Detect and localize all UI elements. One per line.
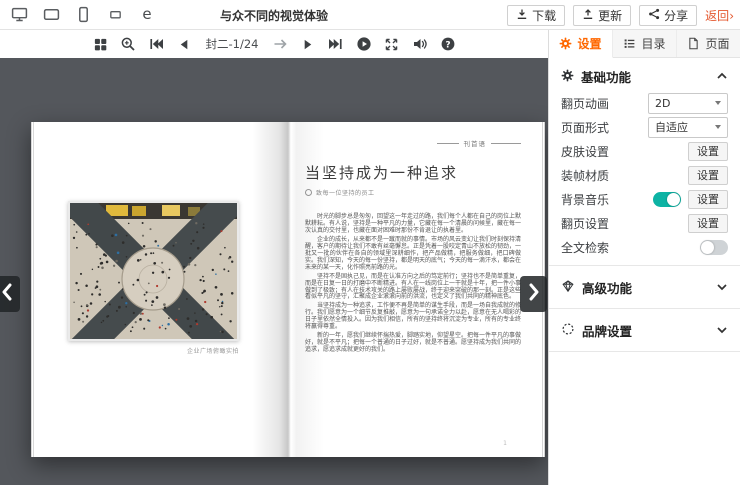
share-icon: [648, 8, 660, 23]
reader-toolbar: 封二-1/24: [0, 30, 548, 58]
volume-icon[interactable]: [411, 36, 428, 53]
book-page-right[interactable]: 刊首语 当坚持成为一种追求 致每一位坚持的员工 时光的脚步总是匆匆，回望这一年走…: [288, 122, 545, 457]
zoom-in-icon[interactable]: [120, 36, 137, 53]
fullscreen-icon[interactable]: [383, 36, 400, 53]
gear-icon: [559, 37, 572, 50]
article-byline: 致每一位坚持的员工: [305, 188, 375, 197]
chevron-down-icon[interactable]: [716, 324, 728, 336]
setting-row-background-music: 背景音乐 设置: [561, 188, 728, 210]
back-link[interactable]: 返回›: [705, 7, 734, 24]
skin-settings-button[interactable]: 设置: [688, 142, 728, 161]
autoplay-icon[interactable]: [355, 36, 372, 53]
divider: [549, 308, 740, 309]
download-button[interactable]: 下载: [507, 5, 565, 26]
chevron-down-icon: [715, 125, 721, 129]
flipbook-editor-app: e 与众不同的视觉体验 下载 更新: [0, 0, 740, 485]
article-paragraph: 坚持不是固执己见，而是在认准方向之后的笃定前行；坚持也不是简单重复，而是在日复一…: [305, 274, 521, 302]
setting-row-fulltext-search: 全文检索: [561, 236, 728, 258]
tab-pages[interactable]: 页面: [677, 30, 740, 57]
article-paragraph: 企业的成长，从来都不是一蹴而就的事情。市场的风云变幻让我们时刻保持清醒，客户的期…: [305, 237, 521, 272]
settings-sidebar: 设置 目录 页面: [548, 30, 740, 485]
section-title: 品牌设置: [582, 321, 632, 340]
gear-icon: [561, 67, 574, 86]
top-bar: e 与众不同的视觉体验 下载 更新: [0, 0, 740, 30]
upload-icon: [582, 8, 594, 23]
mini-preview-icon[interactable]: [106, 6, 124, 24]
desktop-preview-icon[interactable]: [10, 6, 28, 24]
share-button[interactable]: 分享: [639, 5, 697, 26]
chevron-right-icon: [527, 283, 541, 305]
next-page-icon[interactable]: [299, 36, 316, 53]
article-paragraph: 当坚持成为一种追求，工作便不再是简单的谋生手段，而是一场自我成就的修行。我们愿意…: [305, 303, 521, 331]
byline-circle-icon: [305, 189, 312, 196]
next-spread-arrow[interactable]: [520, 276, 547, 312]
binding-material-button[interactable]: 设置: [688, 166, 728, 185]
book-page-left[interactable]: 企业广场俯瞰实拍: [31, 122, 288, 457]
chevron-left-icon: [0, 283, 14, 305]
first-page-icon[interactable]: [148, 36, 165, 53]
topbar-actions: 下载 更新 分享 返回›: [507, 0, 734, 30]
chevron-down-icon: [715, 101, 721, 105]
setting-row-flip-settings: 翻页设置 设置: [561, 212, 728, 234]
setting-row-flip-animation: 翻页动画 2D: [561, 92, 728, 114]
page-mode-select[interactable]: 自适应: [648, 117, 728, 138]
tab-toc[interactable]: 目录: [613, 30, 677, 57]
setting-row-page-mode: 页面形式 自适应: [561, 116, 728, 138]
rule-line: [437, 143, 459, 144]
chevron-up-icon[interactable]: [716, 70, 728, 82]
diamond-icon: [561, 278, 575, 297]
background-music-button[interactable]: 设置: [688, 190, 728, 209]
column-label: 刊首语: [464, 138, 487, 148]
brand-circle-icon: [561, 321, 575, 340]
article-title: 当坚持成为一种追求: [305, 162, 458, 183]
prev-spread-arrow[interactable]: [0, 276, 20, 312]
page-file-icon: [687, 37, 700, 50]
setting-row-binding-material: 装帧材质 设置: [561, 164, 728, 186]
last-page-icon[interactable]: [327, 36, 344, 53]
flip-animation-select[interactable]: 2D: [648, 93, 728, 114]
book-stage: 企业广场俯瞰实拍 刊首语 当坚持成为一种追求 致每一位坚持的员工 时光的脚步总是…: [0, 58, 548, 485]
photo-caption: 企业广场俯瞰实拍: [68, 346, 239, 355]
phone-preview-icon[interactable]: [74, 6, 92, 24]
background-music-toggle[interactable]: [653, 192, 681, 207]
page-indicator[interactable]: 封二-1/24: [204, 36, 261, 52]
section-basic-header[interactable]: 基础功能: [561, 62, 728, 90]
setting-row-skin: 皮肤设置 设置: [561, 140, 728, 162]
section-brand-header[interactable]: 品牌设置: [561, 316, 728, 344]
sidebar-tabs: 设置 目录 页面: [549, 30, 740, 58]
fulltext-search-toggle[interactable]: [700, 240, 728, 255]
svg-text:?: ?: [445, 40, 450, 50]
chevron-right-icon: ›: [729, 9, 734, 23]
plaza-photo: [68, 201, 239, 341]
divider: [549, 351, 740, 352]
article-body: 时光的脚步总是匆匆，回望这一年走过的路，我们每个人都在自己的岗位上默默耕耘。有人…: [305, 214, 521, 356]
thumbnails-grid-icon[interactable]: [92, 36, 109, 53]
toc-list-icon: [623, 37, 636, 50]
device-preview-group: e: [0, 6, 156, 24]
update-button[interactable]: 更新: [573, 5, 631, 26]
goto-right-arrow-icon[interactable]: [271, 36, 288, 53]
chevron-down-icon[interactable]: [716, 281, 728, 293]
sidebar-content: 基础功能 翻页动画 2D 页面形式 自适应: [549, 58, 740, 352]
prev-page-icon[interactable]: [176, 36, 193, 53]
rule-line: [491, 143, 521, 144]
column-label-row: 刊首语: [437, 138, 522, 148]
section-advanced-header[interactable]: 高级功能: [561, 273, 728, 301]
article-paragraph: 时光的脚步总是匆匆，回望这一年走过的路，我们每个人都在自己的岗位上默默耕耘。有人…: [305, 214, 521, 235]
page-number: 1: [503, 440, 507, 447]
embed-e-icon[interactable]: e: [138, 6, 156, 24]
book-spread: 企业广场俯瞰实拍 刊首语 当坚持成为一种追求 致每一位坚持的员工 时光的脚步总是…: [31, 122, 545, 457]
section-title: 基础功能: [581, 67, 631, 86]
download-icon: [516, 8, 528, 23]
article-paragraph: 新的一年，愿我们继续怀揣热爱，脚踏实地，仰望星空。把每一件平凡的事做好，就是不平…: [305, 333, 521, 354]
divider: [549, 265, 740, 266]
help-icon[interactable]: ?: [439, 36, 456, 53]
flip-settings-button[interactable]: 设置: [688, 214, 728, 233]
tablet-preview-icon[interactable]: [42, 6, 60, 24]
section-title: 高级功能: [582, 278, 632, 297]
tab-settings[interactable]: 设置: [549, 30, 613, 58]
